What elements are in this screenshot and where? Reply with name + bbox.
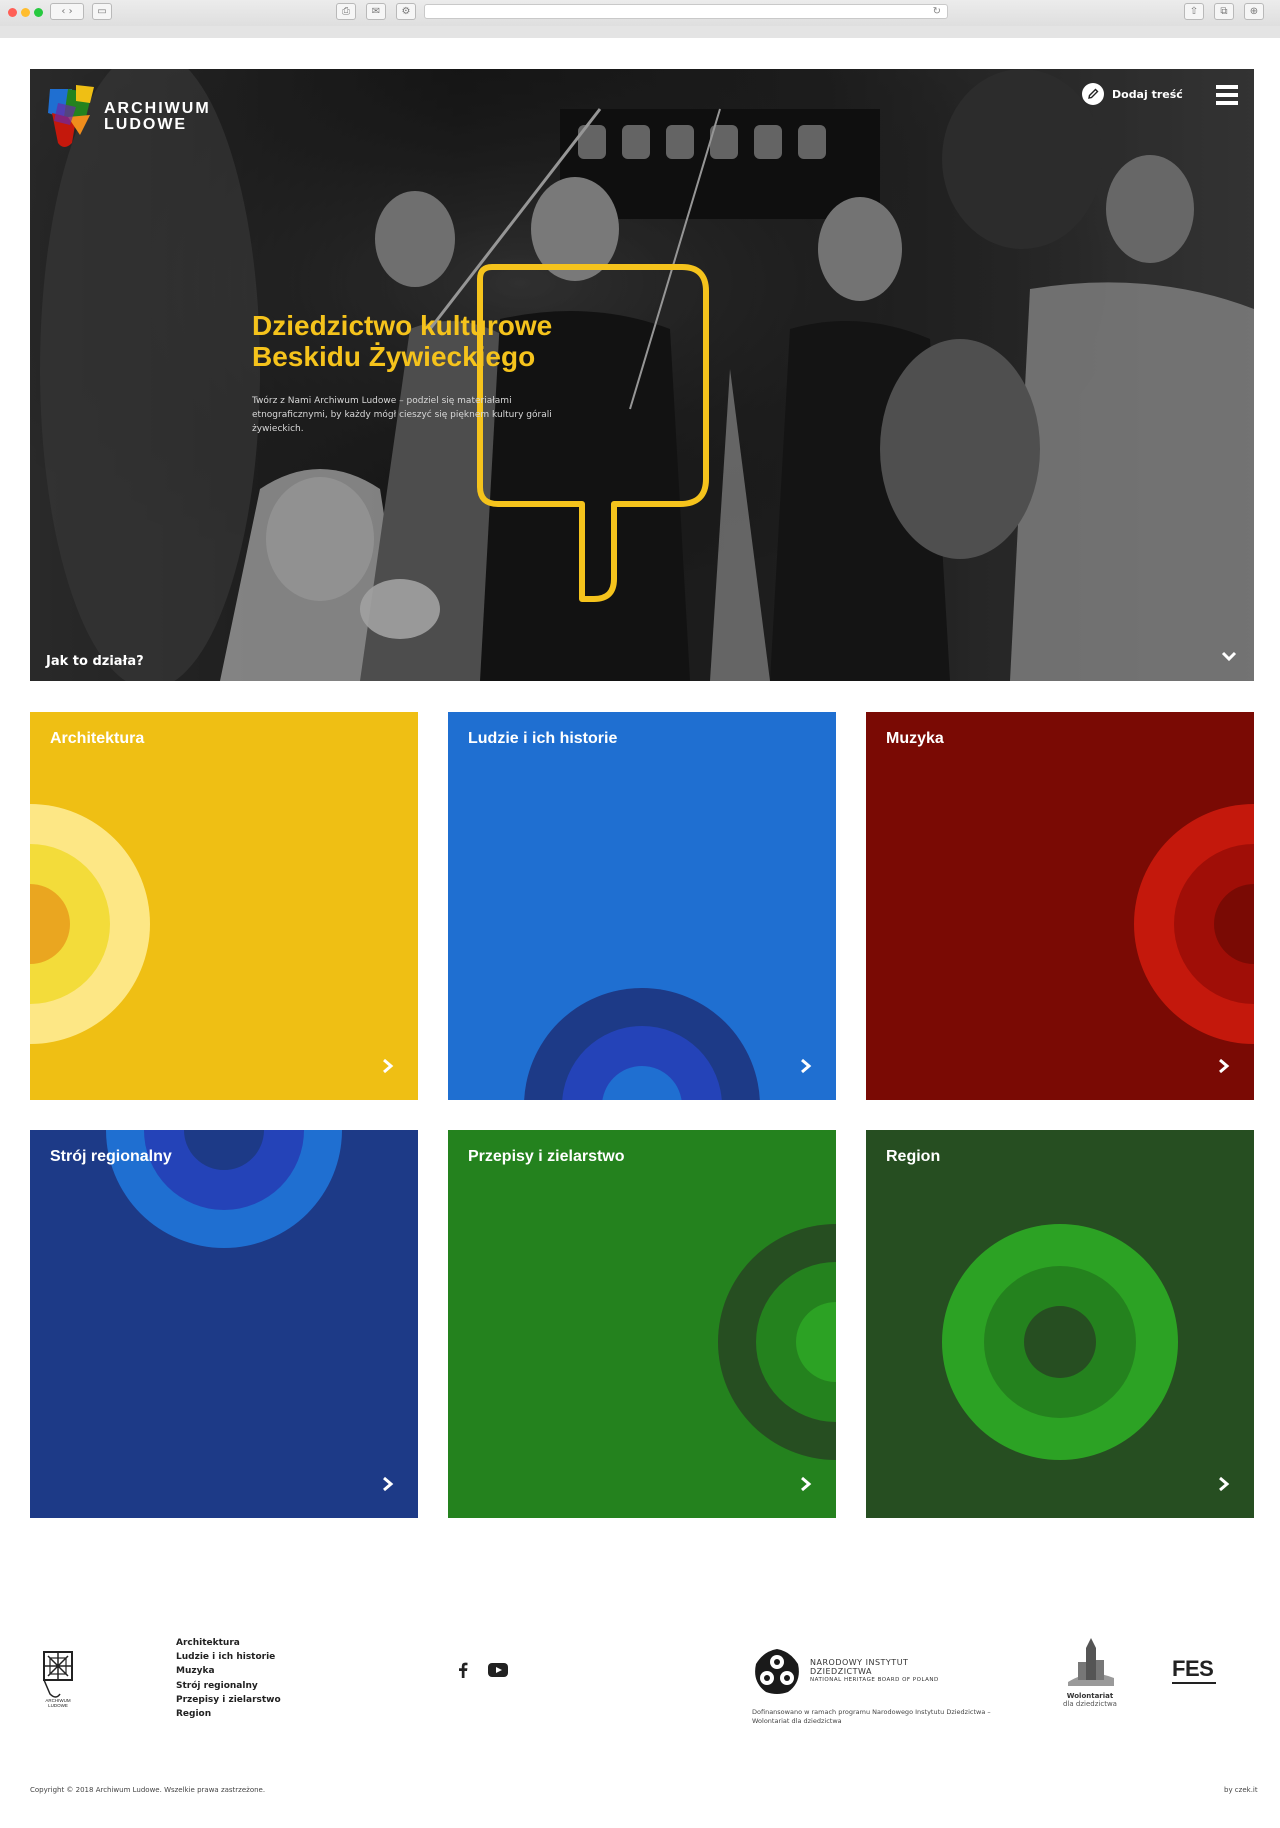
share-icon[interactable]: ⇧ xyxy=(1184,3,1204,20)
wolontariat-name: Wolontariat xyxy=(1066,1692,1114,1700)
footer-nav-architektura[interactable]: Architektura xyxy=(176,1636,281,1650)
tile-title: Przepisy i zielarstwo xyxy=(468,1148,625,1165)
tile-ludzie-i-ich-historie[interactable]: Ludzie i ich historie xyxy=(448,712,836,1100)
youtube-icon[interactable] xyxy=(488,1663,508,1677)
settings-icon[interactable]: ⚙ xyxy=(396,3,416,20)
fes-underline xyxy=(1172,1682,1216,1684)
tile-circles-art xyxy=(718,1224,836,1460)
tile-stroj-regionalny[interactable]: Strój regionalny xyxy=(30,1130,418,1518)
logo-text-line1: ARCHIWUM xyxy=(104,100,211,117)
footer-nav-region[interactable]: Region xyxy=(176,1707,281,1721)
tile-title: Strój regionalny xyxy=(50,1148,172,1165)
footer-logo-mark-icon: ARCHIWUM LUDOWE xyxy=(43,1651,73,1708)
pencil-icon xyxy=(1082,83,1104,105)
tile-przepisy-i-zielarstwo[interactable]: Przepisy i zielarstwo xyxy=(448,1130,836,1518)
back-forward-icon[interactable]: ‹ › xyxy=(50,3,84,20)
tile-circles-art xyxy=(1134,804,1254,1044)
wolontariat-sub: dla dziedzictwa xyxy=(1063,1700,1117,1708)
footer-nav: Architektura Ludzie i ich historie Muzyk… xyxy=(176,1636,281,1721)
footer-nav-przepisy[interactable]: Przepisy i zielarstwo xyxy=(176,1693,281,1707)
hero-photo xyxy=(30,69,1254,681)
footer-nav-muzyka[interactable]: Muzyka xyxy=(176,1664,281,1678)
tile-title: Muzyka xyxy=(886,730,944,747)
chevron-right-icon[interactable] xyxy=(800,1476,812,1492)
site-logo[interactable]: ARCHIWUM LUDOWE xyxy=(46,83,211,151)
tile-circles-art xyxy=(942,1224,1178,1460)
fes-partner-logo[interactable]: FES xyxy=(1172,1656,1214,1682)
copyright-text: Copyright © 2018 Archiwum Ludowe. Wszelk… xyxy=(30,1786,266,1794)
tab-strip xyxy=(0,26,1280,38)
social-links xyxy=(458,1662,508,1678)
hero-title-line2: Beskidu Żywieckiego xyxy=(252,341,536,372)
tile-muzyka[interactable]: Muzyka xyxy=(866,712,1254,1100)
downloads-icon[interactable]: ⊕ xyxy=(1244,3,1264,20)
nid-emblem-icon xyxy=(755,1649,799,1694)
add-content-button[interactable]: Dodaj treść xyxy=(1082,83,1183,105)
tile-title: Architektura xyxy=(50,730,145,747)
print-icon[interactable]: ⎙ xyxy=(336,3,356,20)
hero-banner: ARCHIWUM LUDOWE Dodaj treść Dziedzictwo … xyxy=(30,69,1254,681)
footer-nav-ludzie[interactable]: Ludzie i ich historie xyxy=(176,1650,281,1664)
mail-icon[interactable]: ✉ xyxy=(366,3,386,20)
author-credit-link[interactable]: by czek.it xyxy=(1224,1786,1258,1794)
close-window-dot[interactable] xyxy=(8,8,17,17)
footer-nav-stroj[interactable]: Strój regionalny xyxy=(176,1679,281,1693)
tile-circles-art xyxy=(30,804,150,1044)
footer-logo-line2: LUDOWE xyxy=(48,1703,68,1708)
nid-name-en: NATIONAL HERITAGE BOARD OF POLAND xyxy=(810,1676,939,1683)
chevron-right-icon[interactable] xyxy=(800,1058,812,1074)
castle-icon xyxy=(1068,1638,1114,1686)
tile-circles-art xyxy=(524,988,760,1100)
tile-title: Ludzie i ich historie xyxy=(468,730,618,747)
facebook-icon[interactable] xyxy=(458,1662,468,1678)
logo-text-line2: LUDOWE xyxy=(104,116,188,133)
tile-region[interactable]: Region xyxy=(866,1130,1254,1518)
menu-hamburger-icon[interactable] xyxy=(1216,85,1238,105)
tile-title: Region xyxy=(886,1148,941,1165)
sidebar-icon[interactable]: ▭ xyxy=(92,3,112,20)
footer-logo[interactable]: ARCHIWUM LUDOWE xyxy=(30,1650,86,1712)
tile-circles-art xyxy=(106,1130,342,1248)
chevron-down-icon[interactable] xyxy=(1220,650,1238,664)
wolontariat-partner-logo[interactable]: Wolontariat dla dziedzictwa xyxy=(1060,1638,1120,1708)
hero-title-line1: Dziedzictwo kulturowe xyxy=(252,310,553,341)
minimize-window-dot[interactable] xyxy=(21,8,30,17)
nid-partner-logo[interactable]: NARODOWY INSTYTUT DZIEDZICTWA NATIONAL H… xyxy=(752,1648,939,1694)
tabs-icon[interactable]: ⧉ xyxy=(1214,3,1234,20)
hero-title: Dziedzictwo kulturowe Beskidu Żywieckieg… xyxy=(252,310,672,372)
browser-toolbar: ‹ › ▭ ⎙ ✉ ⚙ ↻ ⇧ ⧉ ⊕ xyxy=(0,0,1280,38)
chevron-right-icon[interactable] xyxy=(382,1058,394,1074)
hero-description: Twórz z Nami Archiwum Ludowe – podziel s… xyxy=(252,396,552,434)
chevron-right-icon[interactable] xyxy=(382,1476,394,1492)
funding-note: Dofinansowano w ramach programu Narodowe… xyxy=(752,1708,991,1725)
chevron-right-icon[interactable] xyxy=(1218,1476,1230,1492)
zoom-window-dot[interactable] xyxy=(34,8,43,17)
chevron-right-icon[interactable] xyxy=(1218,1058,1230,1074)
nid-name-line1: NARODOWY INSTYTUT xyxy=(810,1657,909,1667)
tile-architektura[interactable]: Architektura xyxy=(30,712,418,1100)
reload-icon[interactable]: ↻ xyxy=(933,5,941,19)
add-content-label: Dodaj treść xyxy=(1112,87,1183,101)
address-bar[interactable]: ↻ xyxy=(424,4,948,19)
nid-name-line2: DZIEDZICTWA xyxy=(810,1666,872,1676)
how-it-works-link[interactable]: Jak to działa? xyxy=(46,654,144,669)
logo-mark-icon xyxy=(48,85,94,147)
